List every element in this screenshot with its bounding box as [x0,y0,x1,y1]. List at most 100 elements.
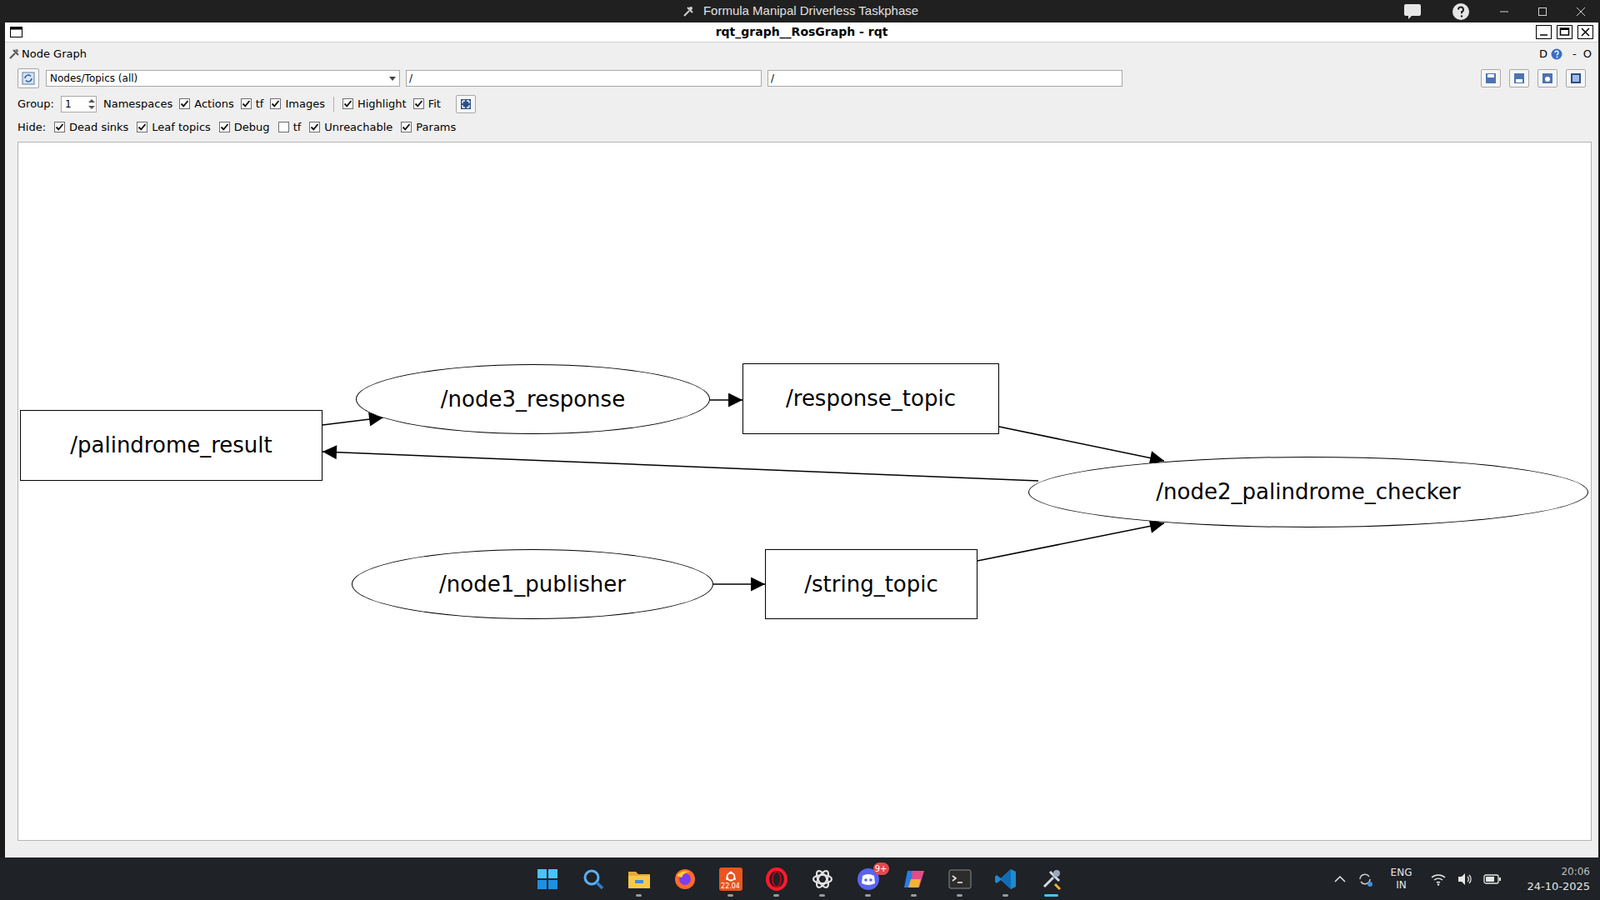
option-checkbox[interactable]: Unreachable [309,119,393,136]
group-spinbox[interactable]: 1 [60,95,97,113]
option-checkbox[interactable]: Debug [219,119,270,136]
node-label: /node3_response [440,383,625,416]
running-indicator [727,894,734,897]
window-menu-icon[interactable] [10,26,23,38]
exclude-filter-field[interactable] [767,70,1123,87]
help-icon[interactable] [1550,48,1563,60]
taskbar-app[interactable] [982,857,1029,900]
mode-value: Nodes/Topics (all) [50,70,138,86]
taskbar-app[interactable] [1028,857,1075,900]
option-checkbox[interactable]: Actions [179,95,235,113]
option-checkbox[interactable]: Params [400,119,456,136]
firefox-icon [673,867,697,891]
taskbar-app[interactable] [799,857,845,900]
save-icon [1513,72,1525,85]
folder-icon [627,869,651,890]
checkbox[interactable] [270,98,281,110]
option-label: Highlight [357,95,407,113]
save-image-button[interactable] [1565,69,1586,88]
save-dot-button[interactable] [1509,69,1530,88]
mode-dropdown[interactable]: Nodes/Topics (all) [45,70,400,87]
tools-icon [8,48,20,60]
outer-title: Formula Manipal Driverless Taskphase [703,1,919,21]
taskbar-app[interactable] [753,857,800,900]
taskbar-app[interactable] [570,857,616,900]
maximize-button[interactable] [1523,6,1562,17]
option-checkbox[interactable]: tf [240,95,265,113]
option-checkbox[interactable]: Images [270,95,325,113]
taskbar-app[interactable] [661,857,708,900]
speaker-icon[interactable] [1456,872,1474,886]
graph-node[interactable]: /node3_response [355,364,710,435]
vscode-icon [994,867,1018,891]
checkbox[interactable] [413,98,425,110]
taskbar-app[interactable] [615,857,662,900]
taskbar-app[interactable] [524,857,570,900]
refresh-button[interactable] [17,68,40,89]
language-indicator[interactable]: ENG IN [1390,866,1413,892]
hide-label: Hide: [17,119,46,136]
clock[interactable]: 20:06 24-10-2025 [1526,865,1590,894]
graph-topic[interactable]: /response_topic [742,363,1000,435]
group-value: 1 [65,96,72,112]
maximize-icon[interactable] [1556,25,1573,40]
discord-icon: 9+ [855,867,881,891]
graph-canvas[interactable]: /palindrome_result/node3_response/respon… [17,141,1592,841]
checkbox[interactable] [309,121,320,133]
minimize-icon[interactable] [1535,25,1552,40]
node-label: /string_topic [804,568,939,601]
running-indicator [865,894,871,897]
chevron-up-icon[interactable] [1334,875,1346,884]
node-label: /palindrome_result [70,429,273,462]
checkbox[interactable] [342,98,354,110]
save-svg-button[interactable] [1537,69,1558,88]
option-label: Debug [234,119,270,136]
fit-view-button[interactable] [455,95,476,114]
feedback-button[interactable] [1388,3,1437,20]
checkbox[interactable] [219,121,230,133]
close-icon[interactable] [1577,25,1594,40]
taskbar: 22.04 9+ ENG IN 20:06 24-10-2025 [0,857,1600,900]
option-checkbox[interactable]: Highlight [342,95,407,113]
battery-icon[interactable] [1483,873,1502,885]
window-title: rqt_graph__RosGraph - rqt [715,23,889,41]
checkbox[interactable] [179,98,190,110]
graph-topic[interactable]: /string_topic [765,549,978,620]
close-plugin-button[interactable]: O [1583,45,1592,63]
option-checkbox[interactable]: Dead sinks [54,119,129,136]
checkbox[interactable] [400,121,412,133]
taskbar-app[interactable] [890,857,937,900]
include-filter-field[interactable] [405,70,762,87]
help-button[interactable] [1436,2,1485,21]
sync-status[interactable] [1355,870,1375,889]
option-checkbox[interactable]: Fit [413,95,441,113]
taskbar-app[interactable]: 22.04 [707,857,754,900]
opera-icon [765,867,789,891]
taskbar-app[interactable]: 9+ [845,857,891,900]
close-button[interactable] [1561,6,1600,17]
date: 24-10-2025 [1526,879,1590,894]
running-indicator [1002,894,1009,897]
terminal-icon [948,869,972,890]
graph-node[interactable]: /node1_publisher [351,549,714,620]
save-icon [1541,72,1554,85]
checkbox[interactable] [136,121,148,133]
dock-button[interactable]: D [1539,45,1548,63]
option-checkbox[interactable]: Leaf topics [136,119,211,136]
option-label: Dead sinks [69,119,129,136]
windows-icon [536,868,559,890]
help-icon [1451,2,1470,21]
minimize-plugin-button[interactable]: - [1572,45,1577,63]
graph-node[interactable]: /node2_palindrome_checker [1028,456,1589,528]
checkbox[interactable] [240,98,252,110]
wifi-icon[interactable] [1430,872,1447,886]
minimize-button[interactable] [1485,6,1524,17]
checkbox[interactable] [278,121,290,133]
checkbox[interactable] [54,121,65,133]
load-dot-button[interactable] [1480,69,1501,88]
option-checkbox[interactable]: tf [278,119,302,136]
graph-topic[interactable]: /palindrome_result [20,410,323,481]
graph-edge [322,417,384,425]
taskbar-app[interactable] [936,857,983,900]
group-label: Group: [17,95,55,113]
